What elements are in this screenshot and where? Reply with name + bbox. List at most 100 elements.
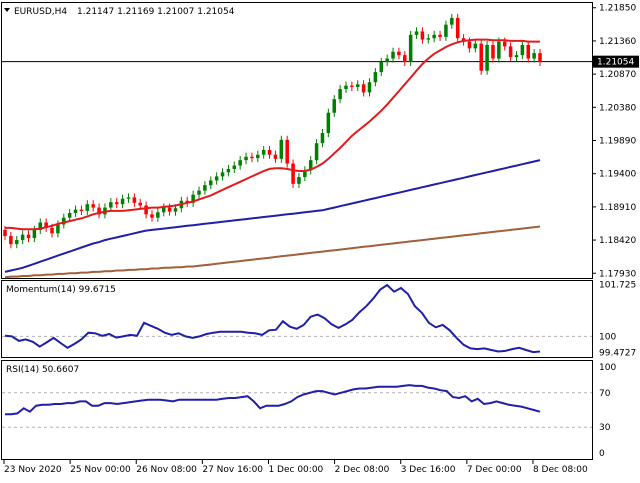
- time-tick-label: 2 Dec 08:00: [335, 465, 390, 475]
- y-tick-label: 1.21850: [599, 4, 636, 14]
- y-tick-label: 1.20380: [599, 103, 636, 113]
- candle-body: [73, 209, 78, 213]
- candle-body: [67, 212, 72, 218]
- time-tick-label: 27 Nov 16:00: [202, 465, 263, 475]
- rsi-label: RSI(14) 50.6607: [6, 365, 79, 375]
- candle-body: [3, 229, 7, 237]
- candle-body: [385, 58, 389, 62]
- candle-body: [232, 165, 237, 169]
- candle-body: [320, 133, 325, 144]
- candle-body: [373, 72, 378, 83]
- candle-body: [438, 34, 442, 37]
- candle-body: [502, 41, 507, 47]
- candle-body: [9, 236, 13, 245]
- candle-body: [220, 172, 225, 177]
- candle-body: [285, 139, 289, 164]
- symbol-label: EURUSD,H4: [14, 7, 67, 17]
- y-tick-label: 1.18420: [599, 236, 636, 246]
- candle-body: [197, 190, 201, 195]
- candle-body: [350, 85, 354, 87]
- y-tick-label: 1.20870: [599, 70, 636, 80]
- candle-body: [20, 234, 25, 241]
- y-tick-label: 1.21360: [599, 37, 636, 47]
- time-tick-label: 3 Dec 16:00: [401, 465, 456, 475]
- candle-body: [226, 168, 231, 173]
- candle-body: [397, 51, 401, 56]
- candle-body: [444, 24, 448, 37]
- candle-body: [355, 84, 360, 87]
- candle-body: [514, 55, 519, 58]
- time-tick-label: 26 Nov 08:00: [136, 465, 197, 475]
- candle-body: [120, 198, 125, 205]
- candle-body: [279, 139, 284, 159]
- time-tick-label: 23 Nov 2020: [4, 465, 62, 475]
- candle-body: [238, 160, 242, 166]
- time-tick-label: 1 Dec 00:00: [268, 465, 323, 475]
- momentum-tick-label: 101.725: [599, 280, 636, 290]
- trading-chart: 1.21850 1.21360 1.20870 1.20380 1.19890 1.194…: [0, 0, 640, 480]
- candle-body: [85, 204, 90, 211]
- candle-body: [209, 180, 213, 186]
- candle-body: [403, 55, 407, 62]
- candle-body: [161, 207, 166, 213]
- candle-body: [156, 212, 160, 218]
- candle-body: [91, 204, 95, 208]
- candle-body: [450, 17, 454, 25]
- candle-body: [150, 214, 154, 218]
- candle-body: [326, 112, 331, 134]
- candle-body: [497, 41, 501, 59]
- candle-body: [485, 44, 489, 71]
- candle-body: [361, 84, 366, 93]
- time-tick-label: 8 Dec 08:00: [533, 465, 588, 475]
- candle-body: [367, 82, 372, 93]
- candle-body: [314, 143, 319, 161]
- candle-body: [14, 240, 19, 245]
- rsi-tick-label: 100: [599, 363, 616, 373]
- candle-body: [109, 202, 113, 208]
- candle-body: [473, 43, 478, 49]
- current-price-label: 1.21054: [597, 58, 634, 68]
- candle-body: [244, 156, 248, 161]
- candle-body: [214, 176, 219, 181]
- candle-body: [297, 177, 301, 184]
- candle-body: [526, 44, 531, 59]
- candle-body: [132, 197, 137, 203]
- candle-body: [56, 224, 60, 234]
- momentum-tick-label: 99.4727: [599, 348, 636, 358]
- candle-body: [426, 38, 431, 40]
- candle-body: [391, 51, 395, 59]
- y-tick-label: 1.17930: [599, 269, 636, 279]
- rsi-tick-label: 70: [599, 389, 611, 399]
- momentum-tick-label: 100: [599, 332, 616, 342]
- candle-body: [167, 207, 172, 212]
- y-tick-label: 1.19890: [599, 137, 636, 147]
- ohlc-readout: 1.21147 1.21169 1.21007 1.21054: [77, 7, 235, 17]
- candle-body: [250, 156, 254, 159]
- rsi-tick-label: 30: [599, 423, 611, 433]
- candle-body: [114, 202, 119, 205]
- candle-body: [479, 43, 483, 71]
- candle-body: [50, 227, 54, 234]
- candle-body: [520, 44, 525, 56]
- candle-body: [26, 234, 31, 239]
- candle-body: [273, 154, 278, 159]
- candle-body: [467, 41, 472, 49]
- rsi-tick-label: 0: [599, 449, 605, 459]
- candle-body: [79, 209, 84, 211]
- candle-body: [432, 34, 436, 39]
- candle-body: [256, 154, 260, 159]
- candle-body: [261, 149, 266, 155]
- candle-body: [203, 185, 207, 191]
- candle-body: [532, 53, 536, 59]
- candle-body: [338, 89, 342, 100]
- candle-body: [414, 31, 419, 35]
- y-tick-label: 1.19400: [599, 170, 636, 180]
- candle-body: [408, 34, 413, 62]
- time-tick-label: 25 Nov 00:00: [70, 465, 131, 475]
- candle-body: [126, 197, 131, 199]
- chart-canvas: 1.21850 1.21360 1.20870 1.20380 1.19890 1.194…: [1, 2, 639, 475]
- candle-body: [508, 46, 513, 58]
- y-tick-label: 1.18910: [599, 203, 636, 213]
- candle-body: [138, 202, 142, 206]
- candle-body: [379, 61, 384, 73]
